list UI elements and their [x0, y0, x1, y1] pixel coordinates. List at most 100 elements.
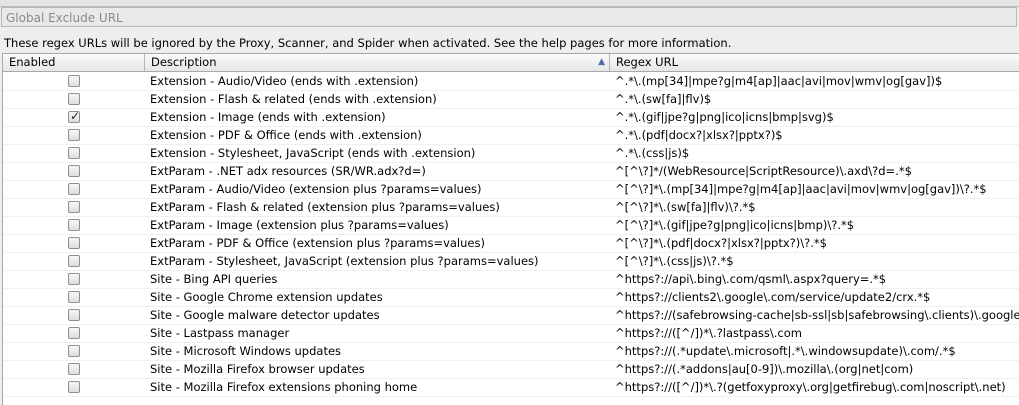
- regex-cell: ^[^\?]*\.(pdf|docx?|xlsx?|pptx?)\?.*$: [615, 236, 827, 250]
- enabled-cell: [3, 145, 145, 163]
- top-strip: [0, 0, 1019, 7]
- column-header-description-label: Description: [151, 55, 217, 69]
- description-cell: Extension - Audio/Video (ends with .exte…: [150, 74, 419, 88]
- table-row[interactable]: Site - Lastpass manager ^https?://([^/])*…: [3, 325, 1019, 343]
- table-row[interactable]: Site - Bing API queries ^https?://api\.bi…: [3, 271, 1019, 289]
- table-body: Extension - Audio/Video (ends with .exte…: [3, 73, 1019, 397]
- enabled-checkbox[interactable]: [68, 165, 80, 177]
- column-header-regex[interactable]: Regex URL: [610, 54, 1019, 71]
- regex-cell: ^[^\?]*/(WebResource|ScriptResource)\.ax…: [615, 164, 912, 178]
- enabled-cell: [3, 325, 145, 343]
- checkmark-icon: ✓: [70, 109, 81, 123]
- exclude-url-table: Enabled Description ▲ Regex URL Extensio…: [2, 53, 1019, 405]
- enabled-checkbox[interactable]: [68, 273, 80, 285]
- enabled-checkbox[interactable]: [68, 147, 80, 159]
- regex-cell: ^https?://(.*update\.microsoft|.*\.windo…: [615, 344, 956, 358]
- enabled-checkbox[interactable]: [68, 255, 80, 267]
- table-row[interactable]: Extension - Flash & related (ends with .…: [3, 91, 1019, 109]
- table-row[interactable]: Extension - Stylesheet, JavaScript (ends…: [3, 145, 1019, 163]
- enabled-cell: [3, 307, 145, 325]
- description-cell: Extension - Image (ends with .extension): [150, 110, 386, 124]
- description-cell: Site - Lastpass manager: [150, 326, 290, 340]
- enabled-checkbox[interactable]: [68, 129, 80, 141]
- table-row[interactable]: Site - Microsoft Windows updates ^https?:…: [3, 343, 1019, 361]
- enabled-cell: [3, 253, 145, 271]
- enabled-cell: [3, 217, 145, 235]
- description-cell: Site - Microsoft Windows updates: [150, 344, 342, 358]
- description-cell: Extension - PDF & Office (ends with .ext…: [150, 128, 422, 142]
- description-cell: ExtParam - Stylesheet, JavaScript (exten…: [150, 254, 539, 268]
- info-text: These regex URLs will be ignored by the …: [4, 36, 732, 50]
- enabled-checkbox[interactable]: [68, 183, 80, 195]
- description-cell: Extension - Flash & related (ends with .…: [150, 92, 437, 106]
- description-cell: Extension - Stylesheet, JavaScript (ends…: [150, 146, 476, 160]
- table-row[interactable]: Site - Google malware detector updates ^h…: [3, 307, 1019, 325]
- table-row[interactable]: ✓ Extension - Image (ends with .extension…: [3, 109, 1019, 127]
- column-header-enabled[interactable]: Enabled: [3, 54, 145, 71]
- enabled-checkbox[interactable]: ✓: [68, 109, 81, 123]
- description-cell: ExtParam - Flash & related (extension pl…: [150, 200, 500, 214]
- enabled-cell: [3, 379, 145, 397]
- regex-cell: ^https?://clients2\.google\.com/service/…: [615, 290, 931, 304]
- table-row[interactable]: Site - Mozilla Firefox extensions phonin…: [3, 379, 1019, 397]
- enabled-cell: [3, 127, 145, 145]
- table-row[interactable]: Site - Google Chrome extension updates ^h…: [3, 289, 1019, 307]
- enabled-checkbox[interactable]: [68, 237, 80, 249]
- regex-cell: ^https?://([^/])*\.?(getfoxyproxy\.org|g…: [615, 380, 1006, 394]
- regex-cell: ^[^\?]*\.(gif|jpe?g|png|ico|icns|bmp)\?.…: [615, 218, 855, 232]
- enabled-checkbox[interactable]: [68, 291, 80, 303]
- enabled-cell: [3, 199, 145, 217]
- enabled-cell: ✓: [3, 109, 145, 127]
- enabled-checkbox[interactable]: [68, 219, 80, 231]
- description-cell: Site - Mozilla Firefox extensions phonin…: [150, 380, 418, 394]
- table-row[interactable]: ExtParam - Stylesheet, JavaScript (exten…: [3, 253, 1019, 271]
- enabled-checkbox[interactable]: [68, 201, 80, 213]
- table-row[interactable]: ExtParam - PDF & Office (extension plus …: [3, 235, 1019, 253]
- description-cell: ExtParam - Audio/Video (extension plus ?…: [150, 182, 482, 196]
- enabled-cell: [3, 181, 145, 199]
- table-row[interactable]: Extension - PDF & Office (ends with .ext…: [3, 127, 1019, 145]
- description-cell: Site - Google Chrome extension updates: [150, 290, 383, 304]
- enabled-checkbox[interactable]: [68, 381, 80, 393]
- regex-cell: ^[^\?]*\.(css|js)\?.*$: [615, 254, 734, 268]
- table-row[interactable]: ExtParam - Audio/Video (extension plus ?…: [3, 181, 1019, 199]
- regex-cell: ^[^\?]*\.(mp[34]|mpe?g|m4[ap]|aac|avi|mo…: [615, 182, 987, 196]
- regex-cell: ^.*\.(mp[34]|mpe?g|m4[ap]|aac|avi|mov|wm…: [615, 74, 943, 88]
- enabled-checkbox[interactable]: [68, 327, 80, 339]
- enabled-cell: [3, 271, 145, 289]
- enabled-checkbox[interactable]: [68, 345, 80, 357]
- enabled-checkbox[interactable]: [68, 93, 80, 105]
- table-row[interactable]: Extension - Audio/Video (ends with .exte…: [3, 73, 1019, 91]
- description-cell: Site - Mozilla Firefox browser updates: [150, 362, 365, 376]
- regex-cell: ^.*\.(css|js)$: [615, 146, 690, 160]
- table-header: Enabled Description ▲ Regex URL: [3, 53, 1019, 72]
- regex-cell: ^https?://api\.bing\.com/qsml\.aspx?quer…: [615, 272, 887, 286]
- enabled-checkbox[interactable]: [68, 363, 80, 375]
- description-cell: ExtParam - PDF & Office (extension plus …: [150, 236, 485, 250]
- enabled-cell: [3, 163, 145, 181]
- enabled-cell: [3, 235, 145, 253]
- panel-title-bar: Global Exclude URL: [1, 7, 1017, 27]
- column-header-description[interactable]: Description ▲: [145, 54, 610, 71]
- sort-ascending-icon: ▲: [598, 57, 605, 67]
- panel-title: Global Exclude URL: [6, 11, 123, 25]
- regex-cell: ^[^\?]*\.(sw[fa]|flv)\?.*$: [615, 200, 756, 214]
- enabled-cell: [3, 343, 145, 361]
- enabled-checkbox[interactable]: [68, 309, 80, 321]
- regex-cell: ^.*\.(gif|jpe?g|png|ico|icns|bmp|svg)$: [615, 110, 834, 124]
- enabled-cell: [3, 91, 145, 109]
- table-row[interactable]: ExtParam - Image (extension plus ?params…: [3, 217, 1019, 235]
- description-cell: ExtParam - .NET adx resources (SR/WR.adx…: [150, 164, 426, 178]
- description-cell: Site - Bing API queries: [150, 272, 278, 286]
- table-row[interactable]: ExtParam - .NET adx resources (SR/WR.adx…: [3, 163, 1019, 181]
- enabled-cell: [3, 289, 145, 307]
- regex-cell: ^.*\.(sw[fa]|flv)$: [615, 92, 712, 106]
- regex-cell: ^https?://([^/])*\.?lastpass\.com: [615, 326, 802, 340]
- enabled-cell: [3, 361, 145, 379]
- description-cell: Site - Google malware detector updates: [150, 308, 380, 322]
- table-row[interactable]: ExtParam - Flash & related (extension pl…: [3, 199, 1019, 217]
- enabled-checkbox[interactable]: [68, 75, 80, 87]
- table-row[interactable]: Site - Mozilla Firefox browser updates ^h…: [3, 361, 1019, 379]
- regex-cell: ^https?://(safebrowsing-cache|sb-ssl|sb|…: [615, 308, 1019, 322]
- regex-cell: ^https?://(.*addons|au[0-9])\.mozilla\.(…: [615, 362, 914, 376]
